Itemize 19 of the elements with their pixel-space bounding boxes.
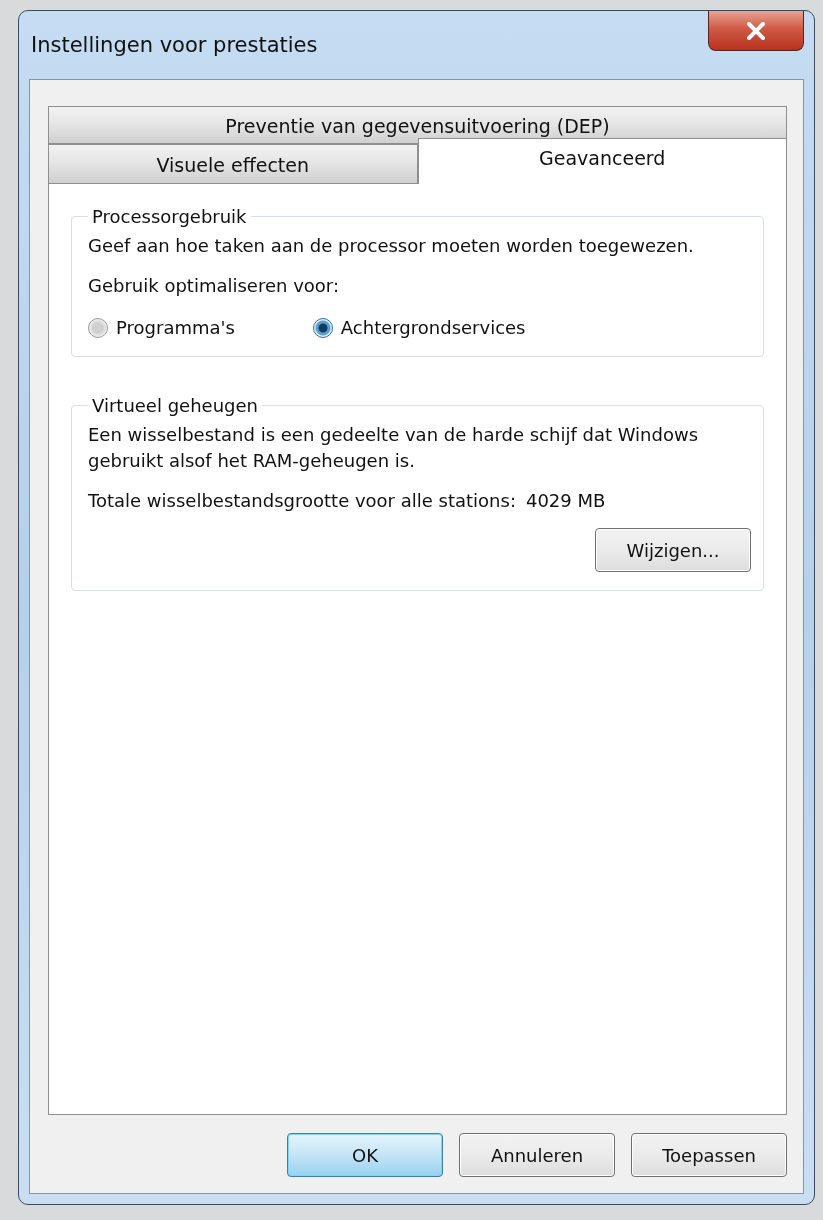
radio-option[interactable]: Achtergrondservices <box>312 317 526 338</box>
description-text: Geef aan hoe taken aan de processor moeten worden toegewezen. <box>88 234 695 258</box>
description-text: Een wisselbestand is een gedeelte van de harde schijf dat Windows gebruikt alsof het RAM-geheugen is. <box>88 423 700 473</box>
dialog-button[interactable]: Toepassen <box>631 1133 787 1177</box>
close-button[interactable] <box>708 11 804 51</box>
group-title: Virtueel geheugen <box>91 395 259 416</box>
group-title: Processorgebruik <box>91 206 248 227</box>
change-button[interactable]: Wijzigen... <box>595 528 751 572</box>
tab[interactable]: Geavanceerd <box>417 138 787 184</box>
dialog-button[interactable]: OK <box>287 1133 443 1177</box>
window-title: Instellingen voor prestaties <box>30 33 318 57</box>
dialog-button[interactable]: Annuleren <box>459 1133 615 1177</box>
total-value: 4029 MB <box>525 489 606 513</box>
tab[interactable]: Preventie van gegevensuitvoering (DEP) <box>48 106 787 144</box>
tab[interactable]: Visuele effecten <box>48 144 418 184</box>
close-icon <box>746 21 766 40</box>
radio-option[interactable]: Programma's <box>88 317 235 338</box>
prompt-label: Gebruik optimaliseren voor: <box>88 274 340 298</box>
total-label: Totale wisselbestandsgrootte voor alle stations: <box>88 489 516 513</box>
